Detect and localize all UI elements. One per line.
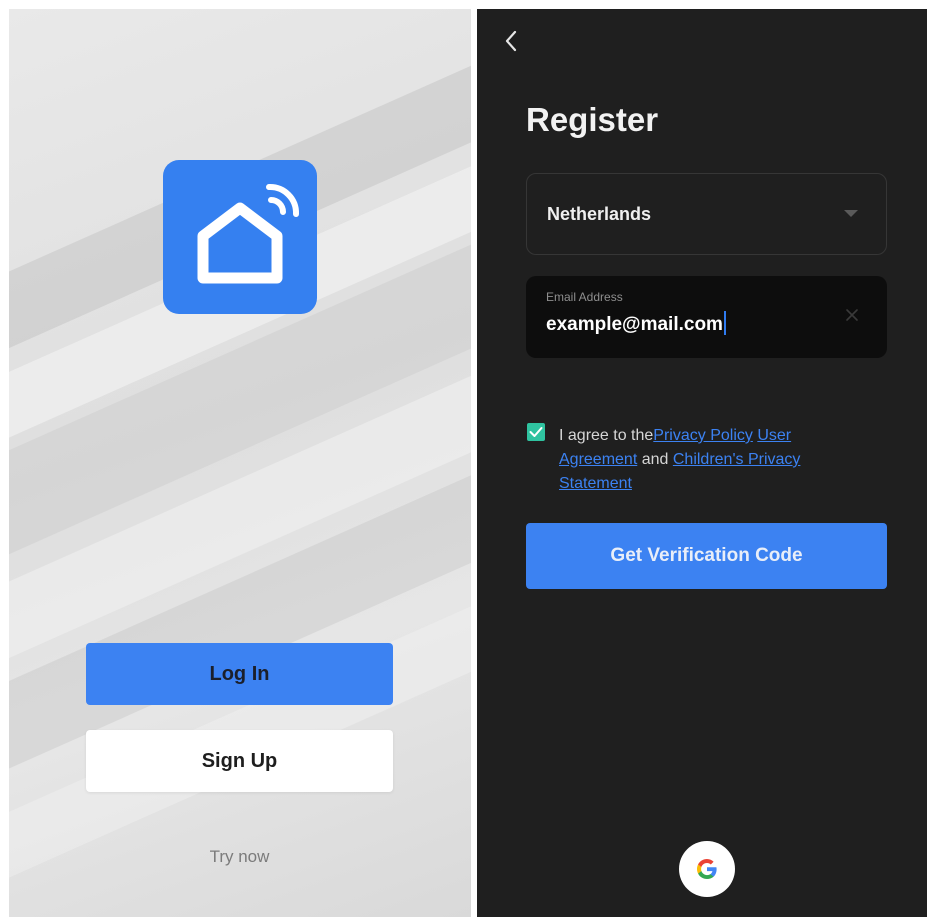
caret-down-icon — [844, 210, 858, 217]
email-label: Email Address — [546, 290, 623, 304]
chevron-left-icon[interactable] — [501, 27, 521, 55]
register-screen: Register Netherlands Email Address examp… — [477, 9, 927, 917]
agree-checkbox[interactable] — [527, 423, 545, 441]
smart-home-wifi-icon — [163, 160, 317, 314]
privacy-policy-link[interactable]: Privacy Policy — [653, 427, 753, 444]
email-value-text: example@mail.com — [546, 314, 723, 336]
google-icon — [697, 859, 717, 879]
get-verification-code-button[interactable]: Get Verification Code — [526, 523, 887, 589]
text-cursor — [723, 311, 726, 335]
email-input[interactable]: example@mail.com — [546, 311, 726, 337]
page-title: Register — [526, 101, 659, 138]
agreement-and: and — [637, 451, 673, 468]
try-now-link[interactable]: Try now — [86, 847, 393, 867]
checkmark-icon — [529, 427, 543, 437]
email-field[interactable]: Email Address example@mail.com — [526, 276, 887, 358]
country-select[interactable]: Netherlands — [526, 173, 887, 255]
country-value: Netherlands — [547, 204, 652, 224]
signup-button[interactable]: Sign Up — [86, 730, 393, 792]
login-button[interactable]: Log In — [86, 643, 393, 705]
close-icon[interactable] — [845, 308, 859, 322]
agreement-prefix: I agree to the — [559, 427, 654, 444]
google-login-button[interactable] — [679, 841, 735, 897]
agreement-text: I agree to thePrivacy Policy User Agreem… — [559, 424, 849, 496]
welcome-screen: Log In Sign Up Try now — [9, 9, 471, 917]
